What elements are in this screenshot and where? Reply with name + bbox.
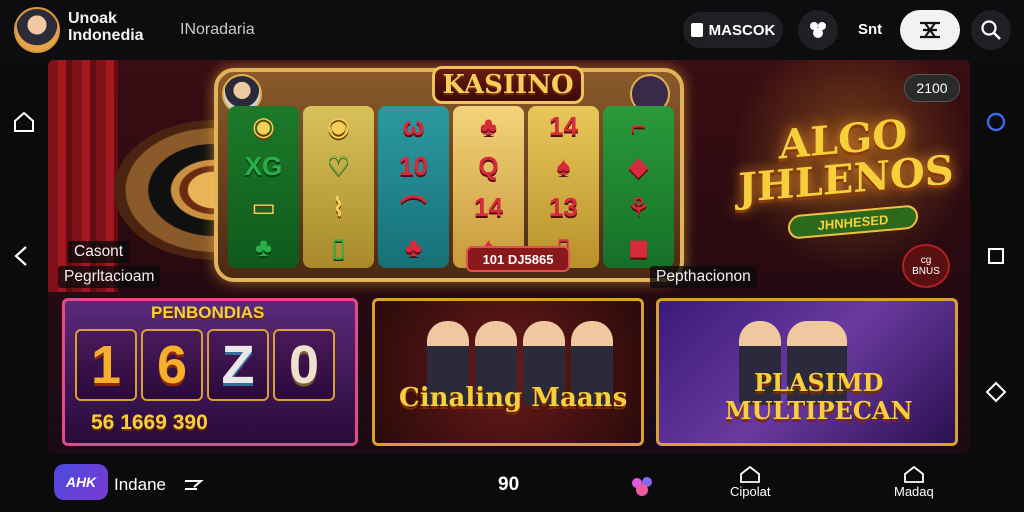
slot-title: KASIINO	[432, 66, 584, 104]
slot-symbol: ♠	[556, 151, 571, 182]
slot-symbol: ω	[402, 110, 425, 141]
slot-symbol: ▭	[251, 191, 276, 222]
slot-symbol: ⚘	[626, 191, 651, 222]
slot-reel: ω 10 ⌒ ♣	[378, 106, 449, 268]
game-cards: PENBONDIAS 1 6 Z 0 56 1669 390 Cinaling …	[58, 298, 962, 446]
slot-symbol: 14	[549, 110, 578, 141]
card-title-line-2: MULTIPECAN	[725, 396, 913, 425]
games-icon[interactable]	[630, 474, 656, 498]
slot-symbol: ♣	[479, 110, 498, 141]
center-counter: 90	[498, 474, 520, 495]
home-outline-icon	[903, 465, 924, 483]
promo-title: ALGO JHLENOS	[738, 110, 954, 213]
brand-name: Unoak Indonedia	[68, 10, 144, 44]
send-icon[interactable]	[182, 474, 204, 496]
hero-count-badge[interactable]: 2100	[904, 74, 960, 102]
app-icon[interactable]: AHK	[54, 464, 108, 500]
slot-reels: ◉XG▭♣◉♡⌇▯ω10⌒♣♣Q14♦14♠13▯⌐◆⚘◼	[228, 106, 674, 268]
slot-symbol: Q	[478, 151, 499, 182]
slot-symbol: ⌐	[630, 110, 647, 141]
slot-symbol: ⌒	[400, 193, 427, 224]
back-button[interactable]	[8, 242, 36, 270]
slot-reel: ◉ ♡ ⌇ ▯	[303, 106, 374, 268]
back-icon	[14, 246, 27, 266]
card-title: PLASIMD MULTIPECAN	[725, 369, 913, 425]
gift-icon	[810, 22, 826, 38]
brand-line-2: Indonedia	[68, 27, 144, 44]
brand-line-1: Unoak	[68, 10, 117, 27]
menu-button[interactable]	[900, 10, 960, 50]
top-bar: Unoak Indonedia INoradaria MASCOK Snt	[0, 0, 1024, 60]
slot-reel: ◉ XG ▭ ♣	[228, 106, 299, 268]
card-heading: PENBONDIAS	[151, 303, 265, 322]
slot-reel: ⌐ ◆ ⚘ ◼	[603, 106, 674, 268]
slot-reel: ♣Q14♦	[453, 106, 524, 268]
main-panel: KASIINO ◉XG▭♣◉♡⌇▯ω10⌒♣♣Q14♦14♠13▯⌐◆⚘◼ 10…	[48, 60, 970, 454]
circle-nav-button[interactable]	[982, 108, 1010, 136]
login-button[interactable]: MASCOK	[683, 12, 783, 48]
slot-symbol: XG	[244, 151, 283, 182]
slot-symbol: ◉	[327, 110, 350, 141]
game-card-jackpot[interactable]: PENBONDIAS 1 6 Z 0 56 1669 390	[62, 298, 358, 446]
slot-counter: 101 DJ5865	[466, 246, 570, 272]
slot-symbol: ♣	[404, 232, 423, 263]
home-button[interactable]	[10, 108, 38, 136]
digit: 1	[75, 329, 137, 401]
diamond-icon	[985, 381, 1007, 403]
bonus-badge[interactable]: cg BNUS	[902, 244, 950, 288]
wallet-icon	[690, 23, 703, 37]
card-title-line-1: PLASIMD	[754, 368, 884, 397]
login-button-label: MASCOK	[708, 21, 776, 39]
slot-symbol: ◉	[252, 110, 275, 141]
digit: 6	[141, 329, 203, 401]
slot-symbol: ♡	[326, 151, 351, 182]
caption-casino: Casont	[68, 241, 130, 263]
digit: 0	[273, 329, 335, 401]
gift-button[interactable]	[798, 10, 838, 50]
game-card-characters[interactable]: Cinaling Maans	[372, 298, 644, 446]
slot-symbol: ♣	[254, 232, 273, 263]
app-label: Indane	[114, 475, 166, 494]
bottom-bar: AHK Indane 90 Cipolat Madaq	[0, 458, 1024, 512]
page-subtitle: INoradaria	[180, 21, 255, 38]
slot-symbol: 14	[474, 191, 503, 222]
caption-left: Pegrltacioam	[58, 266, 161, 288]
card-title: Cinaling Maans	[399, 383, 628, 413]
slot-symbol: ◆	[628, 151, 649, 182]
bonus-badge-line-1: cg	[920, 255, 932, 266]
home-outline-icon	[740, 465, 761, 483]
hero-banner[interactable]: KASIINO ◉XG▭♣◉♡⌇▯ω10⌒♣♣Q14♦14♠13▯⌐◆⚘◼ 10…	[48, 60, 970, 292]
circle-icon	[986, 112, 1006, 132]
square-icon	[988, 248, 1004, 264]
slot-symbol: 13	[549, 191, 578, 222]
menu-icon	[920, 21, 940, 39]
digit: Z	[207, 329, 269, 401]
jackpot-digits: 1 6 Z 0	[75, 329, 335, 401]
search-button[interactable]	[971, 10, 1011, 50]
search-icon	[981, 20, 1001, 40]
bonus-badge-line-2: BNUS	[912, 266, 940, 277]
text-button[interactable]: Snt	[858, 21, 882, 38]
game-card-multiplier[interactable]: PLASIMD MULTIPECAN	[656, 298, 958, 446]
nav-item-cipolat[interactable]: Cipolat	[730, 464, 770, 499]
square-nav-button[interactable]	[982, 242, 1010, 270]
slot-reel: 14♠13▯	[528, 106, 599, 268]
left-nav	[0, 60, 46, 454]
nav-label: Cipolat	[730, 484, 771, 499]
nav-label: Madaq	[894, 484, 934, 499]
slot-symbol: 10	[399, 151, 428, 182]
diamond-nav-button[interactable]	[982, 378, 1010, 406]
slot-symbol: ▯	[331, 232, 346, 263]
slot-machine[interactable]: KASIINO ◉XG▭♣◉♡⌇▯ω10⌒♣♣Q14♦14♠13▯⌐◆⚘◼ 10…	[214, 66, 684, 282]
nav-item-madaq[interactable]: Madaq	[894, 464, 934, 499]
card-footer-values: 56 1669 390	[91, 411, 208, 434]
home-icon	[14, 111, 34, 132]
slot-symbol: ⌇	[332, 191, 345, 222]
user-avatar[interactable]	[14, 7, 60, 53]
right-nav	[972, 60, 1024, 454]
slot-symbol: ◼	[627, 232, 650, 263]
